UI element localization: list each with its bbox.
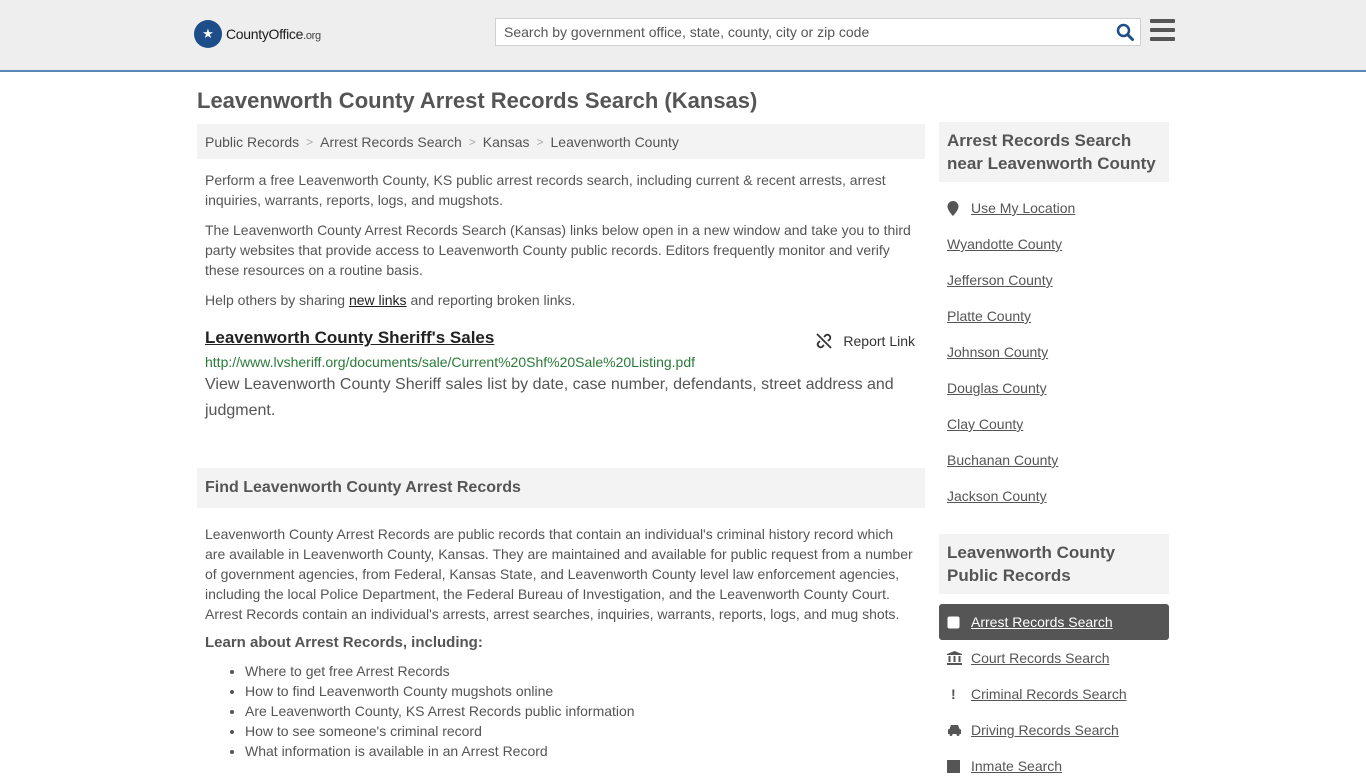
site-header: ★ CountyOffice.org xyxy=(0,0,1366,72)
inmate-icon xyxy=(947,759,971,773)
breadcrumb-separator: > xyxy=(468,134,476,149)
record-description: View Leavenworth County Sheriff sales li… xyxy=(205,376,894,419)
search-input[interactable] xyxy=(496,19,1110,45)
logo-icon: ★ xyxy=(194,20,222,48)
search-bar xyxy=(495,18,1141,46)
list-item: How to see someone's criminal record xyxy=(245,721,925,741)
car-icon xyxy=(947,724,971,736)
hamburger-line xyxy=(1150,28,1175,32)
sidebar: Arrest Records Search near Leavenworth C… xyxy=(939,122,1169,784)
menu-button[interactable] xyxy=(1150,19,1175,41)
breadcrumb-item[interactable]: Leavenworth County xyxy=(551,134,679,150)
nearby-county-link[interactable]: Platte County xyxy=(947,298,1161,334)
section-heading: Find Leavenworth County Arrest Records xyxy=(197,468,925,508)
courthouse-icon xyxy=(947,651,971,665)
list-item: How to find Leavenworth County mugshots … xyxy=(245,681,925,701)
nearby-county-link[interactable]: Buchanan County xyxy=(947,442,1161,478)
new-links-link[interactable]: new links xyxy=(349,292,407,308)
record-item: Leavenworth County Sheriff's Sales Repor… xyxy=(197,328,925,424)
sidebar-item-court-records[interactable]: Court Records Search xyxy=(947,640,1161,676)
record-url: http://www.lvsheriff.org/documents/sale/… xyxy=(205,354,696,370)
exclamation-icon: ! xyxy=(951,686,956,702)
learn-heading: Learn about Arrest Records, including: xyxy=(205,634,483,651)
site-logo[interactable]: ★ CountyOffice.org xyxy=(194,20,321,48)
record-title-link[interactable]: Leavenworth County Sheriff's Sales xyxy=(205,328,494,347)
sidebar-item-driving-records[interactable]: Driving Records Search xyxy=(947,712,1161,748)
use-location-item[interactable]: Use My Location xyxy=(947,190,1161,226)
help-paragraph: Help others by sharing new links and rep… xyxy=(205,292,576,308)
breadcrumb: Public Records > Arrest Records Search >… xyxy=(197,124,925,159)
section-body: Leavenworth County Arrest Records are pu… xyxy=(205,526,913,622)
map-marker-icon xyxy=(947,200,971,216)
report-link-button[interactable]: Report Link xyxy=(815,332,915,350)
list-item: What information is available in an Arre… xyxy=(245,741,925,761)
hamburger-line xyxy=(1150,19,1175,23)
nearby-county-link[interactable]: Johnson County xyxy=(947,334,1161,370)
sidebar-item-criminal-records[interactable]: ! Criminal Records Search xyxy=(947,676,1161,712)
main-content: Public Records > Arrest Records Search >… xyxy=(197,124,925,761)
square-icon xyxy=(947,616,971,629)
intro-paragraph: Perform a free Leavenworth County, KS pu… xyxy=(205,172,886,208)
logo-suffix: .org xyxy=(303,30,321,42)
list-item: Where to get free Arrest Records xyxy=(245,661,925,681)
broken-link-icon xyxy=(816,333,833,349)
nearby-county-link[interactable]: Jackson County xyxy=(947,478,1161,514)
sidebar-item-inmate-search[interactable]: Inmate Search xyxy=(947,748,1161,784)
learn-list: Where to get free Arrest Records How to … xyxy=(197,661,925,761)
breadcrumb-separator: > xyxy=(306,134,314,149)
public-records-list: Arrest Records Search Court Records Sear… xyxy=(939,594,1169,784)
nearby-county-link[interactable]: Clay County xyxy=(947,406,1161,442)
breadcrumb-item[interactable]: Arrest Records Search xyxy=(320,134,462,150)
nearby-heading: Arrest Records Search near Leavenworth C… xyxy=(939,122,1169,182)
nearby-county-link[interactable]: Jefferson County xyxy=(947,262,1161,298)
sidebar-item-arrest-records[interactable]: Arrest Records Search xyxy=(939,604,1169,640)
breadcrumb-item[interactable]: Kansas xyxy=(483,134,530,150)
nearby-list: Use My Location Wyandotte County Jeffers… xyxy=(939,182,1169,514)
intro-paragraph: The Leavenworth County Arrest Records Se… xyxy=(205,222,911,278)
page-title: Leavenworth County Arrest Records Search… xyxy=(197,88,758,113)
nearby-county-link[interactable]: Wyandotte County xyxy=(947,226,1161,262)
logo-text: CountyOffice xyxy=(226,26,304,42)
public-records-heading: Leavenworth County Public Records xyxy=(939,534,1169,594)
nearby-county-link[interactable]: Douglas County xyxy=(947,370,1161,406)
breadcrumb-item[interactable]: Public Records xyxy=(205,134,299,150)
hamburger-line xyxy=(1150,37,1175,41)
breadcrumb-separator: > xyxy=(536,134,544,149)
search-icon xyxy=(1116,23,1134,41)
list-item: Are Leavenworth County, KS Arrest Record… xyxy=(245,701,925,721)
search-button[interactable] xyxy=(1110,19,1140,45)
